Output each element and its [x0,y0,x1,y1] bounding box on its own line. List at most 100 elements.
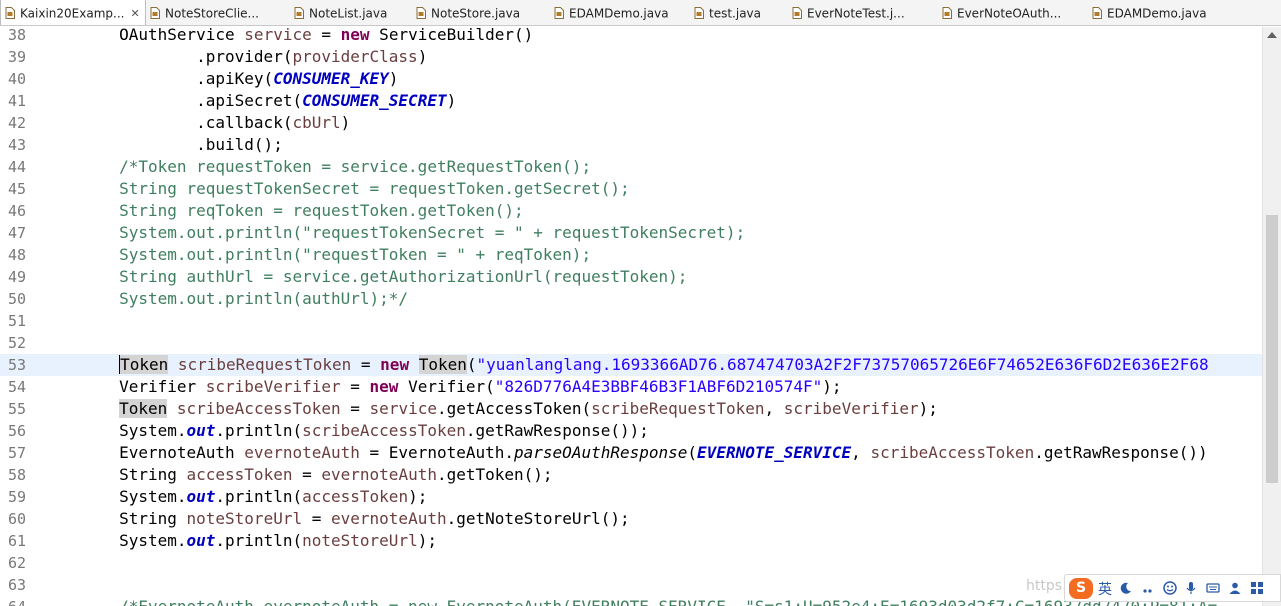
line-number: 51 [8,312,27,330]
code-text: .provider(providerClass) [42,46,427,68]
scrollbar-thumb[interactable] [1266,215,1278,483]
line-number: 47 [8,224,27,242]
code-token: scribeVerifier [783,399,919,418]
code-line[interactable]: 53 Token scribeRequestToken = new Token(… [0,354,1262,376]
sogou-logo-icon[interactable]: S [1069,578,1093,599]
code-text: Token scribeRequestToken = new Token("yu… [42,354,1209,376]
code-token: = [302,509,331,528]
code-token: = EvernoteAuth. [359,443,515,462]
code-line[interactable]: 40 .apiKey(CONSUMER_KEY) [0,68,1262,90]
code-token: System. [42,487,187,506]
keyboard-icon[interactable] [1206,581,1220,595]
code-text: System.out.println(scribeAccessToken.get… [42,420,649,442]
line-number: 43 [8,136,27,154]
user-icon[interactable] [1228,581,1242,595]
code-token: ( [466,355,477,374]
code-text: String accessToken = evernoteAuth.getTok… [42,464,553,486]
code-token: service [369,399,437,418]
code-token: ) [446,91,457,110]
code-text: /*EvernoteAuth evernoteAuth = new Everno… [42,596,1217,606]
code-token: ); [408,487,428,506]
java-file-icon [416,7,426,19]
emoji-icon[interactable] [1163,581,1177,595]
code-token: ); [417,531,437,550]
code-token: ( [687,443,698,462]
tab-3[interactable]: NoteList.java [290,0,412,25]
code-line[interactable]: 51 [0,310,1262,332]
code-text: .apiKey(CONSUMER_KEY) [42,68,398,90]
code-text: System.out.println(noteStoreUrl); [42,530,437,552]
code-token: .getToken(); [436,465,553,484]
code-line[interactable]: 47 System.out.println("requestTokenSecre… [0,222,1262,244]
tab-1[interactable]: Kaixin20Examp... ✕ [0,0,146,25]
code-text: String noteStoreUrl = evernoteAuth.getNo… [42,508,630,530]
code-text: System.out.println("requestTokenSecret =… [42,222,745,244]
code-line[interactable]: 57 EvernoteAuth evernoteAuth = EvernoteA… [0,442,1262,464]
code-token: .callback( [42,113,293,132]
code-line[interactable]: 58 String accessToken = evernoteAuth.get… [0,464,1262,486]
vertical-scrollbar[interactable] [1262,27,1281,606]
code-token: noteStoreUrl [302,531,418,550]
code-line[interactable]: 41 .apiSecret(CONSUMER_SECRET) [0,90,1262,112]
tab-label: EDAMDemo.java [569,6,669,21]
code-token: /*Token requestToken = service.getReques… [42,157,592,176]
watermark-text: https [1026,578,1063,594]
code-text: Token scribeAccessToken = service.getAcc… [42,398,938,420]
tab-label: test.java [709,6,762,21]
microphone-icon[interactable] [1184,581,1198,595]
code-token: = [340,399,370,418]
ime-language-toggle[interactable]: 英 [1098,579,1112,599]
code-line[interactable]: 45 String requestTokenSecret = requestTo… [0,178,1262,200]
code-line[interactable]: 46 String reqToken = requestToken.getTok… [0,200,1262,222]
code-token: evernoteAuth [244,443,360,462]
tab-2[interactable]: NoteStoreClie... [146,0,290,25]
code-line[interactable]: 43 .build(); [0,134,1262,156]
code-token: .getRawResponse()) [1034,443,1208,462]
code-token: "yuanlanglang.1693366AD76.687474703A2F2F… [476,355,1209,374]
code-line[interactable]: 56 System.out.println(scribeAccessToken.… [0,420,1262,442]
code-token: CONSUMER_KEY [273,69,389,88]
code-line[interactable]: 54 Verifier scribeVerifier = new Verifie… [0,376,1262,398]
code-token: System.out.println("requestToken = " + r… [42,245,592,264]
code-token: System. [42,421,187,440]
code-line[interactable]: 59 System.out.println(accessToken); [0,486,1262,508]
line-number: 49 [8,268,27,286]
punctuation-icon[interactable] [1141,581,1155,595]
tab-9[interactable]: EDAMDemo.java [1088,0,1238,25]
toolbox-grid-icon[interactable] [1250,581,1264,595]
code-line[interactable]: 39 .provider(providerClass) [0,46,1262,68]
code-line[interactable]: 38 OAuthService service = new ServiceBui… [0,27,1262,46]
java-file-icon [554,7,564,19]
code-text: .build(); [42,134,283,156]
code-line[interactable]: 49 String authUrl = service.getAuthoriza… [0,266,1262,288]
code-text: .callback(cbUrl) [42,112,350,134]
code-line[interactable]: 52 [0,332,1262,354]
code-line[interactable]: 60 String noteStoreUrl = evernoteAuth.ge… [0,508,1262,530]
code-editor[interactable]: 38 OAuthService service = new ServiceBui… [0,27,1262,606]
close-icon[interactable]: ✕ [130,1,139,25]
code-line[interactable]: 61 System.out.println(noteStoreUrl); [0,530,1262,552]
moon-icon[interactable] [1119,581,1133,595]
code-token: .apiKey( [42,69,274,88]
code-line[interactable]: 62 [0,552,1262,574]
code-line[interactable]: 44 /*Token requestToken = service.getReq… [0,156,1262,178]
tab-8[interactable]: EverNoteOAuth... [938,0,1088,25]
ime-toolbar[interactable]: S 英 [1064,574,1281,602]
code-text: OAuthService service = new ServiceBuilde… [42,27,533,46]
code-line[interactable]: 55 Token scribeAccessToken = service.get… [0,398,1262,420]
code-line[interactable]: 50 System.out.println(authUrl);*/ [0,288,1262,310]
code-line[interactable]: 42 .callback(cbUrl) [0,112,1262,134]
line-number: 64 [0,596,32,606]
scroll-up-arrow-icon[interactable] [1267,32,1277,38]
code-token: scribeAccessToken [302,421,466,440]
tab-6[interactable]: test.java [690,0,788,25]
tab-5[interactable]: EDAMDemo.java [550,0,690,25]
code-line[interactable]: 48 System.out.println("requestToken = " … [0,244,1262,266]
code-token: new [340,27,370,44]
tab-4[interactable]: NoteStore.java [412,0,550,25]
code-token: out [186,421,216,440]
tab-7[interactable]: EverNoteTest.j... [788,0,938,25]
code-token: out [186,531,216,550]
